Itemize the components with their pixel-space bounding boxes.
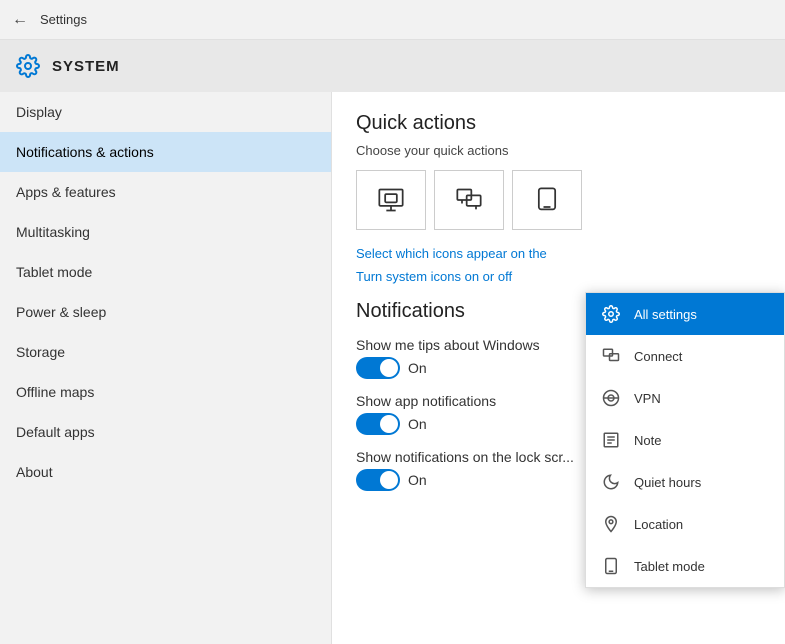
note-icon [600,429,622,451]
quick-action-tile-2[interactable] [434,170,504,230]
vpn-icon [600,387,622,409]
quick-actions-subtitle: Choose your quick actions [356,143,761,158]
sidebar-item-tablet[interactable]: Tablet mode [0,252,331,292]
sidebar: Display Notifications & actions Apps & f… [0,92,332,644]
quick-action-tile-1[interactable] [356,170,426,230]
quiet-hours-icon [600,471,622,493]
quick-action-tile-3[interactable] [512,170,582,230]
dropdown-item-location[interactable]: Location [586,503,784,545]
dropdown-item-vpn-label: VPN [634,391,661,406]
location-icon [600,513,622,535]
header: SYSTEM [0,40,785,92]
quick-actions-section: Quick actions Choose your quick actions [356,112,761,284]
sidebar-item-display[interactable]: Display [0,92,331,132]
quick-actions-dropdown: All settings Connect [585,292,785,588]
dropdown-item-tablet-mode-label: Tablet mode [634,559,705,574]
toggle-lock-screen[interactable] [356,469,400,491]
system-header-title: SYSTEM [52,58,120,75]
window-title: Settings [40,12,87,27]
gear-icon [16,54,40,78]
toggle-lock-state: On [408,472,427,488]
sidebar-item-apps[interactable]: Apps & features [0,172,331,212]
sidebar-item-storage[interactable]: Storage [0,332,331,372]
toggle-app-state: On [408,416,427,432]
dropdown-item-note[interactable]: Note [586,419,784,461]
sidebar-item-notifications[interactable]: Notifications & actions [0,132,331,172]
screen-project-icon [377,186,405,214]
dropdown-item-quiet-hours-label: Quiet hours [634,475,701,490]
dropdown-item-all-settings[interactable]: All settings [586,293,784,335]
sidebar-item-default-apps[interactable]: Default apps [0,412,331,452]
toggle-tips-state: On [408,360,427,376]
back-button[interactable]: ← [12,11,28,29]
dropdown-item-tablet-mode[interactable]: Tablet mode [586,545,784,587]
sidebar-item-about[interactable]: About [0,452,331,492]
quick-actions-grid [356,170,761,230]
all-settings-icon [600,303,622,325]
screen-rotate-icon [533,186,561,214]
system-icons-link[interactable]: Turn system icons on or off [356,269,761,284]
toggle-tips[interactable] [356,357,400,379]
dropdown-item-connect-label: Connect [634,349,682,364]
title-bar: ← Settings [0,0,785,40]
dropdown-item-quiet-hours[interactable]: Quiet hours [586,461,784,503]
dropdown-item-vpn[interactable]: VPN [586,377,784,419]
dropdown-item-all-settings-label: All settings [634,307,697,322]
dropdown-item-connect[interactable]: Connect [586,335,784,377]
toggle-app-notifications[interactable] [356,413,400,435]
connect-display-icon [455,186,483,214]
connect-icon [600,345,622,367]
quick-actions-title: Quick actions [356,112,761,135]
sidebar-item-offline-maps[interactable]: Offline maps [0,372,331,412]
sidebar-item-power[interactable]: Power & sleep [0,292,331,332]
content-panel: Quick actions Choose your quick actions [332,92,785,644]
tablet-mode-icon [600,555,622,577]
dropdown-item-note-label: Note [634,433,661,448]
dropdown-item-location-label: Location [634,517,683,532]
main-layout: Display Notifications & actions Apps & f… [0,92,785,644]
select-icons-link[interactable]: Select which icons appear on the [356,246,761,261]
sidebar-item-multitasking[interactable]: Multitasking [0,212,331,252]
